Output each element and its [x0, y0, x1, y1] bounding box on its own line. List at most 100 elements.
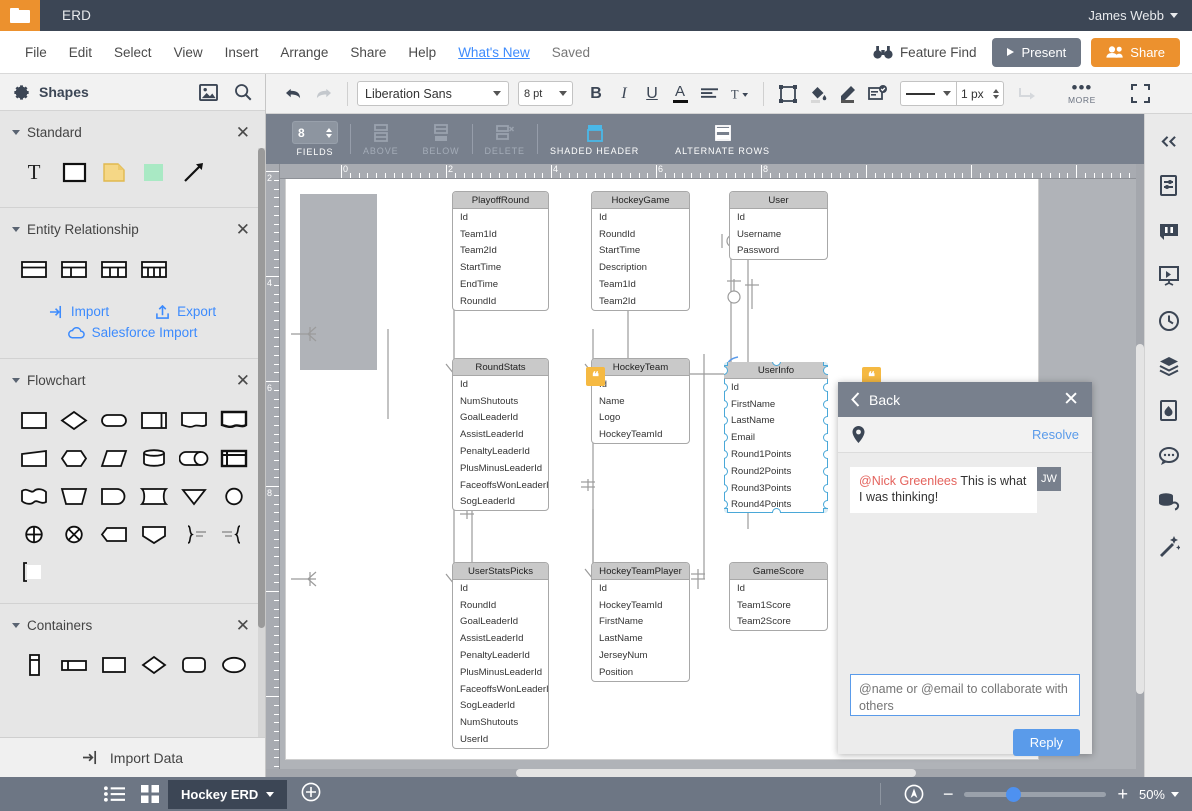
font-size-select[interactable]: 8 pt: [518, 81, 573, 106]
menu-edit[interactable]: Edit: [58, 41, 103, 64]
chat-icon[interactable]: [1156, 443, 1182, 469]
presentation-icon[interactable]: [1156, 263, 1182, 289]
shape-internal-storage[interactable]: [214, 439, 254, 477]
shape-note[interactable]: [94, 153, 134, 191]
erd-entity[interactable]: RoundStatsIdNumShutoutsGoalLeaderIdAssis…: [452, 358, 549, 511]
zoom-slider[interactable]: [964, 792, 1106, 797]
back-button[interactable]: Back: [851, 392, 900, 408]
pointer-mode-button[interactable]: [896, 777, 932, 811]
shape-direct-access[interactable]: [174, 439, 214, 477]
shape-data[interactable]: [94, 439, 134, 477]
shape-predefined[interactable]: [134, 401, 174, 439]
resolve-button[interactable]: Resolve: [1032, 427, 1079, 442]
shapes-panel-scrollbar[interactable]: [258, 148, 265, 777]
line-style-select[interactable]: [900, 81, 956, 106]
data-link-icon[interactable]: [1156, 488, 1182, 514]
connection-point[interactable]: [823, 433, 828, 442]
import-data-button[interactable]: Import Data: [0, 737, 265, 777]
shaded-header-button[interactable]: SHADED HEADER: [538, 123, 651, 156]
erd-entity[interactable]: UserInfoIdFirstNameLastNameEmailRound1Po…: [724, 362, 828, 513]
erd-entity[interactable]: UserIdUsernamePassword: [729, 191, 828, 260]
theme-icon[interactable]: [1156, 398, 1182, 424]
document-properties-icon[interactable]: [1156, 173, 1182, 199]
search-icon[interactable]: [234, 83, 252, 101]
line-width-stepper[interactable]: 1 px: [956, 81, 1004, 106]
scrollbar-thumb[interactable]: [516, 769, 916, 777]
shape-options-button[interactable]: [863, 79, 893, 109]
close-icon[interactable]: ✕: [236, 617, 250, 634]
connection-point[interactable]: [823, 416, 828, 425]
underline-button[interactable]: U: [638, 80, 666, 108]
shape-brace-right[interactable]: [174, 515, 214, 553]
shape-process[interactable]: [14, 401, 54, 439]
shape-multidocument[interactable]: [214, 401, 254, 439]
italic-button[interactable]: I: [610, 80, 638, 108]
redo-button[interactable]: [308, 79, 338, 109]
shape-brace-left[interactable]: [214, 515, 254, 553]
connection-point[interactable]: [823, 467, 828, 476]
connection-point[interactable]: [823, 450, 828, 459]
resize-handle[interactable]: [823, 508, 828, 513]
history-icon[interactable]: [1156, 308, 1182, 334]
shape-arrow[interactable]: [174, 153, 214, 191]
image-icon[interactable]: [199, 84, 218, 101]
shape-flag[interactable]: [14, 477, 54, 515]
resize-handle[interactable]: [724, 508, 728, 513]
page-tab-hockey-erd[interactable]: Hockey ERD: [168, 780, 287, 809]
share-button[interactable]: Share: [1091, 38, 1180, 67]
fullscreen-button[interactable]: [1126, 79, 1156, 109]
erd-entity[interactable]: HockeyGameIdRoundIdStartTimeDescriptionT…: [591, 191, 690, 311]
font-family-select[interactable]: Liberation Sans: [357, 81, 509, 106]
add-page-button[interactable]: [301, 782, 321, 807]
magic-wand-icon[interactable]: [1156, 533, 1182, 559]
feature-find-button[interactable]: Feature Find: [867, 41, 983, 64]
shape-merge[interactable]: [174, 477, 214, 515]
gear-icon[interactable]: [13, 84, 30, 101]
more-button[interactable]: ••• MORE: [1058, 83, 1106, 105]
user-menu[interactable]: James Webb: [1088, 8, 1178, 23]
shape-manual-op[interactable]: [54, 477, 94, 515]
shape-entity-4col[interactable]: [134, 250, 174, 288]
erd-entity[interactable]: HockeyTeamPlayerIdHockeyTeamIdFirstNameL…: [591, 562, 690, 682]
shape-connector[interactable]: [214, 477, 254, 515]
shape-container-ellipse[interactable]: [214, 646, 254, 684]
connection-point[interactable]: [823, 366, 828, 375]
canvas-horizontal-scrollbar[interactable]: [266, 769, 1144, 777]
erd-entity[interactable]: HockeyTeamIdNameLogoHockeyTeamId: [591, 358, 690, 444]
close-icon[interactable]: ✕: [236, 372, 250, 389]
menu-help[interactable]: Help: [397, 41, 447, 64]
shape-sticky[interactable]: [134, 153, 174, 191]
comment-mention[interactable]: @Nick Greenlees: [859, 474, 957, 488]
shape-summing-junction[interactable]: [14, 515, 54, 553]
menu-view[interactable]: View: [163, 41, 214, 64]
shape-decision[interactable]: [54, 401, 94, 439]
shape-bracket[interactable]: [14, 553, 54, 591]
section-header-containers[interactable]: Containers ✕: [0, 604, 265, 642]
resize-handle-bottom[interactable]: [772, 508, 781, 513]
shape-entity-1col[interactable]: [14, 250, 54, 288]
text-align-button[interactable]: [694, 79, 724, 109]
shape-container-rect[interactable]: [94, 646, 134, 684]
stepper-arrows[interactable]: [993, 89, 999, 99]
shape-document[interactable]: [174, 401, 214, 439]
shape-container-rounded[interactable]: [174, 646, 214, 684]
stepper-arrows[interactable]: [326, 128, 332, 138]
present-button[interactable]: Present: [992, 38, 1081, 67]
shape-database[interactable]: [134, 439, 174, 477]
shape-text[interactable]: T: [14, 153, 54, 191]
fields-stepper[interactable]: 8 FIELDS: [280, 121, 350, 157]
delete-row-button[interactable]: DELETE: [473, 123, 537, 156]
zoom-slider-knob[interactable]: [1006, 787, 1021, 802]
menu-file[interactable]: File: [14, 41, 58, 64]
bold-button[interactable]: B: [582, 80, 610, 108]
erd-entity[interactable]: GameScoreIdTeam1ScoreTeam2Score: [729, 562, 828, 631]
shape-display[interactable]: [94, 477, 134, 515]
close-icon[interactable]: ✕: [236, 221, 250, 238]
layers-icon[interactable]: [1156, 353, 1182, 379]
section-header-standard[interactable]: Standard ✕: [0, 111, 265, 149]
connection-point[interactable]: [823, 383, 828, 392]
whats-new-link[interactable]: What's New: [447, 41, 541, 64]
shape-preparation[interactable]: [54, 439, 94, 477]
menu-arrange[interactable]: Arrange: [269, 41, 339, 64]
shape-stored-data[interactable]: [134, 477, 174, 515]
